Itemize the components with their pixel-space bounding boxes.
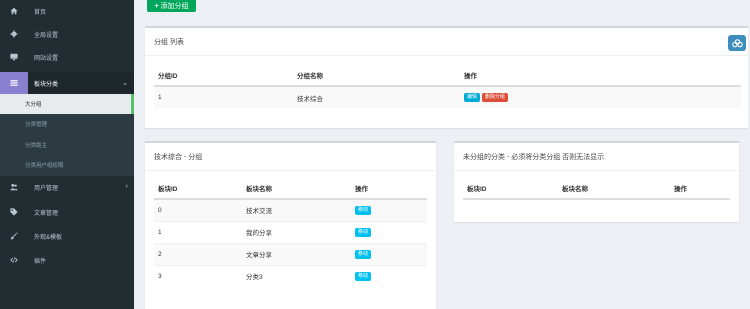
- group-id: 1: [154, 85, 293, 108]
- monitor-icon: [0, 53, 28, 61]
- ungrouped-panel: 未分组的分类 - 必须将分类分组 否则无法显示 板块ID 板块名称 操作: [454, 141, 739, 222]
- group-list-panel: 分组 列表 分组ID 分组名称 操作 1 技术综合 编辑 删除分组: [145, 26, 748, 128]
- sidebar-item-label: 全局设置: [34, 32, 59, 39]
- column-header: 板块名称: [242, 177, 351, 200]
- sidebar-item-label: 板块分类: [34, 81, 59, 88]
- column-header: 分组ID: [154, 64, 293, 87]
- sidebar-item-label: 外观&模板: [34, 234, 63, 241]
- home-icon: [0, 7, 28, 15]
- brush-icon: [0, 232, 28, 240]
- sidebar-item-site-settings[interactable]: 网站设置: [0, 46, 134, 68]
- add-group-button[interactable]: + 添加分组: [147, 0, 196, 12]
- move-board-button[interactable]: 移动: [355, 249, 372, 259]
- sidebar-submenu: 大分组 分类管理 分类版主 分类用户组权限: [0, 94, 134, 176]
- sidebar-item-plugins[interactable]: 插件: [0, 249, 134, 271]
- table-row: 0 技术交流 移动: [154, 198, 427, 221]
- move-board-button[interactable]: 移动: [355, 205, 372, 215]
- delete-group-button[interactable]: 删除分组: [481, 93, 508, 102]
- submenu-item-label: 大分组: [25, 102, 42, 108]
- board-id: 3: [154, 264, 242, 287]
- group-detail-table: 板块ID 板块名称 操作 0 技术交流 移动 1 我的分享 移动 2 文章分享 …: [154, 177, 427, 287]
- sidebar-item-user-management[interactable]: 用户管理 ›: [0, 176, 134, 198]
- sidebar-item-article-management[interactable]: 文章管理: [0, 201, 134, 223]
- submenu-item-category-moderators[interactable]: 分类版主: [0, 135, 134, 155]
- board-id: 2: [154, 242, 242, 265]
- sidebar-item-board-categories[interactable]: 板块分类 ⌄: [0, 72, 134, 94]
- chevron-down-icon: ⌄: [122, 80, 128, 87]
- column-header: 分组名称: [293, 64, 460, 87]
- group-detail-panel: 技术综合 - 分组 板块ID 板块名称 操作 0 技术交流 移动 1 我的分享 …: [145, 141, 436, 309]
- submenu-item-category-permissions[interactable]: 分类用户组权限: [0, 155, 134, 175]
- board-name: 我的分享: [242, 220, 351, 243]
- table-header-row: 板块ID 板块名称 操作: [154, 177, 427, 200]
- sidebar-item-global-settings[interactable]: 全局设置: [0, 23, 134, 45]
- table-row: 2 文章分享 移动: [154, 242, 427, 265]
- chevron-right-icon: ›: [125, 183, 128, 190]
- group-detail-title: 技术综合 - 分组: [145, 143, 436, 171]
- group-name: 技术综合: [293, 85, 460, 108]
- table-header-row: 板块ID 板块名称 操作: [463, 177, 730, 200]
- submenu-item-label: 分类版主: [25, 143, 48, 149]
- column-header: 板块ID: [154, 177, 242, 200]
- sidebar-item-label: 文章管理: [34, 210, 59, 217]
- sidebar-item-home[interactable]: 首页: [0, 0, 134, 22]
- sidebar-item-label: 插件: [34, 258, 47, 265]
- group-list-title: 分组 列表: [145, 28, 748, 56]
- users-icon: [0, 183, 28, 191]
- board-name: 文章分享: [242, 242, 351, 265]
- list-icon: [0, 72, 28, 94]
- submenu-item-groups[interactable]: 大分组: [0, 94, 134, 114]
- table-row: 1 我的分享 移动: [154, 220, 427, 243]
- column-header: 操作: [460, 64, 741, 87]
- move-board-button[interactable]: 移动: [355, 271, 372, 281]
- ungrouped-table: 板块ID 板块名称 操作: [463, 177, 730, 200]
- add-group-label: 添加分组: [160, 3, 189, 10]
- table-header-row: 分组ID 分组名称 操作: [154, 64, 741, 87]
- sidebar: 首页 全局设置 网站设置 板块分类 ⌄ 大分组 分类管理 分类版主 分类用户组权…: [0, 0, 134, 309]
- submenu-item-label: 分类管理: [25, 122, 48, 128]
- column-header: 板块名称: [558, 177, 670, 200]
- code-icon: [0, 256, 28, 264]
- cloud-share-icon[interactable]: [728, 35, 746, 51]
- sidebar-item-label: 首页: [34, 9, 47, 16]
- table-row: 3 分类3 移动: [154, 264, 427, 287]
- row-actions: 编辑 删除分组: [460, 85, 741, 108]
- board-id: 1: [154, 220, 242, 243]
- table-row: 1 技术综合 编辑 删除分组: [154, 85, 741, 108]
- column-header: 操作: [351, 177, 427, 200]
- ungrouped-title: 未分组的分类 - 必须将分类分组 否则无法显示: [454, 143, 739, 171]
- board-name: 分类3: [242, 264, 351, 287]
- submenu-item-category-management[interactable]: 分类管理: [0, 114, 134, 134]
- plus-icon: +: [154, 2, 159, 10]
- gear-icon: [0, 30, 28, 38]
- sidebar-item-label: 用户管理: [34, 185, 59, 192]
- sidebar-item-appearance-templates[interactable]: 外观&模板: [0, 225, 134, 247]
- move-board-button[interactable]: 移动: [355, 227, 372, 237]
- sidebar-item-label: 网站设置: [34, 55, 59, 62]
- column-header: 操作: [670, 177, 730, 200]
- board-name: 技术交流: [242, 198, 351, 221]
- group-list-table: 分组ID 分组名称 操作 1 技术综合 编辑 删除分组: [154, 64, 741, 108]
- edit-group-button[interactable]: 编辑: [464, 93, 481, 102]
- submenu-item-label: 分类用户组权限: [25, 163, 64, 169]
- board-id: 0: [154, 198, 242, 221]
- column-header: 板块ID: [463, 177, 558, 200]
- tag-icon: [0, 208, 28, 216]
